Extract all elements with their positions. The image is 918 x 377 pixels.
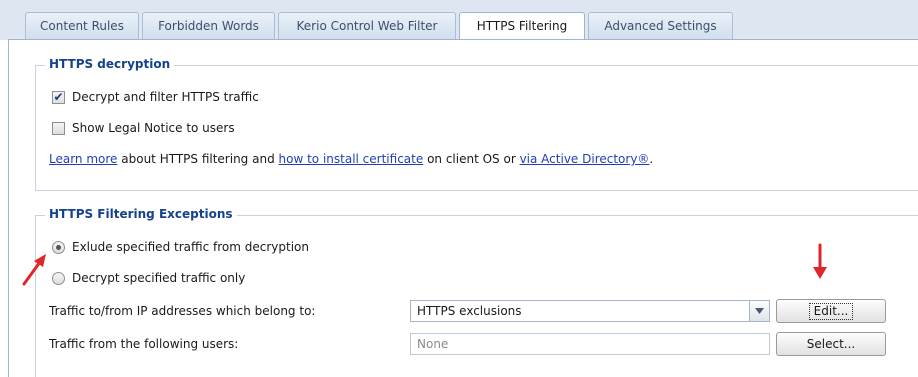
- tab-https-filtering[interactable]: HTTPS Filtering: [459, 12, 585, 41]
- decrypt-only-radio[interactable]: [52, 271, 65, 285]
- edit-button[interactable]: Edit...: [776, 299, 886, 323]
- exclude-traffic-radio[interactable]: [52, 240, 65, 254]
- info-text-part2: on client OS or: [423, 152, 520, 166]
- select-users-button[interactable]: Select...: [776, 332, 886, 356]
- exclude-radio-row[interactable]: Exlude specified traffic from decryption: [52, 240, 309, 254]
- legal-notice-checkbox-label: Show Legal Notice to users: [72, 121, 235, 135]
- install-certificate-link[interactable]: how to install certificate: [279, 152, 424, 166]
- users-label: Traffic from the following users:: [49, 337, 239, 351]
- ip-group-value: HTTPS exclusions: [417, 304, 522, 318]
- fieldset-legend-https-decryption: HTTPS decryption: [45, 57, 175, 71]
- tab-content-rules[interactable]: Content Rules: [25, 12, 139, 39]
- active-directory-link[interactable]: via Active Directory®: [520, 152, 650, 166]
- fieldset-legend-https-exceptions: HTTPS Filtering Exceptions: [45, 207, 237, 221]
- info-text: Learn more about HTTPS filtering and how…: [49, 152, 653, 166]
- legal-notice-checkbox[interactable]: [52, 121, 65, 135]
- decrypt-only-radio-label: Decrypt specified traffic only: [72, 271, 246, 285]
- fieldset-border-bottom: [35, 190, 918, 191]
- tab-bar: Content Rules Forbidden Words Kerio Cont…: [0, 0, 918, 41]
- red-arrow-icon: [813, 243, 827, 279]
- info-text-part1: about HTTPS filtering and: [117, 152, 279, 166]
- red-arrow-icon: [22, 254, 46, 286]
- tab-advanced-settings[interactable]: Advanced Settings: [588, 12, 733, 39]
- decrypt-checkbox-row[interactable]: ✔ Decrypt and filter HTTPS traffic: [52, 90, 259, 104]
- users-field[interactable]: None: [410, 333, 770, 355]
- chevron-down-icon[interactable]: [749, 301, 769, 321]
- decrypt-only-radio-row[interactable]: Decrypt specified traffic only: [52, 271, 245, 285]
- users-field-placeholder: None: [417, 337, 449, 351]
- exclude-traffic-radio-label: Exlude specified traffic from decryption: [72, 240, 309, 254]
- fieldset-border-left: [35, 215, 36, 377]
- legal-notice-checkbox-row[interactable]: Show Legal Notice to users: [52, 121, 235, 135]
- tab-kerio-control-web-filter[interactable]: Kerio Control Web Filter: [278, 12, 456, 39]
- learn-more-link[interactable]: Learn more: [49, 152, 117, 166]
- ip-group-combobox[interactable]: HTTPS exclusions: [410, 300, 770, 322]
- decrypt-checkbox-label: Decrypt and filter HTTPS traffic: [72, 90, 259, 104]
- decrypt-checkbox[interactable]: ✔: [52, 89, 65, 104]
- fieldset-border-left: [35, 65, 36, 190]
- info-text-end: .: [649, 152, 654, 166]
- tab-forbidden-words[interactable]: Forbidden Words: [142, 12, 275, 39]
- checkmark-icon: ✔: [53, 89, 64, 104]
- ip-addresses-label: Traffic to/from IP addresses which belon…: [49, 304, 316, 318]
